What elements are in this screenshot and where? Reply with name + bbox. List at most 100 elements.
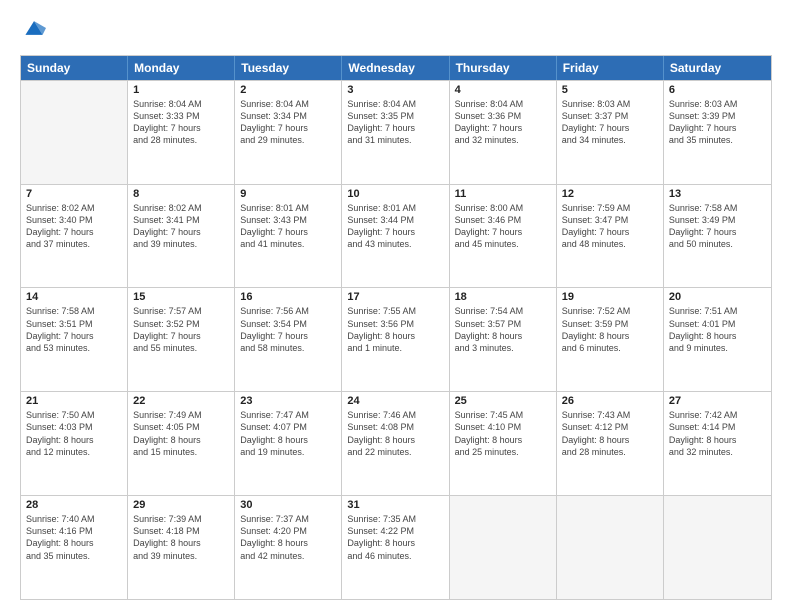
cell-info: Sunrise: 7:47 AMSunset: 4:07 PMDaylight:… bbox=[240, 409, 336, 458]
calendar-row-3: 14 Sunrise: 7:58 AMSunset: 3:51 PMDayligh… bbox=[21, 287, 771, 391]
cal-cell-day-17: 17 Sunrise: 7:55 AMSunset: 3:56 PMDayligh… bbox=[342, 288, 449, 391]
cal-cell-day-7: 7 Sunrise: 8:02 AMSunset: 3:40 PMDaylight… bbox=[21, 185, 128, 288]
cell-info: Sunrise: 8:04 AMSunset: 3:33 PMDaylight:… bbox=[133, 98, 229, 147]
cal-cell-day-26: 26 Sunrise: 7:43 AMSunset: 4:12 PMDayligh… bbox=[557, 392, 664, 495]
cell-info: Sunrise: 7:52 AMSunset: 3:59 PMDaylight:… bbox=[562, 305, 658, 354]
cell-info: Sunrise: 7:49 AMSunset: 4:05 PMDaylight:… bbox=[133, 409, 229, 458]
day-number: 21 bbox=[26, 395, 122, 407]
cal-cell-day-12: 12 Sunrise: 7:59 AMSunset: 3:47 PMDayligh… bbox=[557, 185, 664, 288]
cal-cell-day-11: 11Sunrise: 8:00 AMSunset: 3:46 PMDayligh… bbox=[450, 185, 557, 288]
cal-cell-day-18: 18 Sunrise: 7:54 AMSunset: 3:57 PMDayligh… bbox=[450, 288, 557, 391]
cal-cell-day-10: 10 Sunrise: 8:01 AMSunset: 3:44 PMDayligh… bbox=[342, 185, 449, 288]
calendar: SundayMondayTuesdayWednesdayThursdayFrid… bbox=[20, 55, 772, 600]
day-number: 22 bbox=[133, 395, 229, 407]
cell-info: Sunrise: 7:42 AMSunset: 4:14 PMDaylight:… bbox=[669, 409, 766, 458]
cal-cell-day-20: 20 Sunrise: 7:51 AMSunset: 4:01 PMDayligh… bbox=[664, 288, 771, 391]
cal-cell-day-29: 29Sunrise: 7:39 AMSunset: 4:18 PMDayligh… bbox=[128, 496, 235, 599]
day-number: 2 bbox=[240, 84, 336, 96]
day-number: 9 bbox=[240, 188, 336, 200]
day-number: 1 bbox=[133, 84, 229, 96]
calendar-row-4: 21 Sunrise: 7:50 AMSunset: 4:03 PMDayligh… bbox=[21, 391, 771, 495]
cell-info: Sunrise: 8:03 AMSunset: 3:39 PMDaylight:… bbox=[669, 98, 766, 147]
cal-cell-day-30: 30Sunrise: 7:37 AMSunset: 4:20 PMDayligh… bbox=[235, 496, 342, 599]
cal-cell-empty bbox=[557, 496, 664, 599]
weekday-header-sunday: Sunday bbox=[21, 56, 128, 80]
day-number: 10 bbox=[347, 188, 443, 200]
day-number: 18 bbox=[455, 291, 551, 303]
cell-info: Sunrise: 7:58 AMSunset: 3:49 PMDaylight:… bbox=[669, 202, 766, 251]
cell-info: Sunrise: 7:56 AMSunset: 3:54 PMDaylight:… bbox=[240, 305, 336, 354]
day-number: 4 bbox=[455, 84, 551, 96]
cell-info: Sunrise: 7:40 AMSunset: 4:16 PMDaylight:… bbox=[26, 513, 122, 562]
cell-info: Sunrise: 8:04 AMSunset: 3:35 PMDaylight:… bbox=[347, 98, 443, 147]
day-number: 17 bbox=[347, 291, 443, 303]
cell-info: Sunrise: 7:51 AMSunset: 4:01 PMDaylight:… bbox=[669, 305, 766, 354]
cal-cell-day-19: 19Sunrise: 7:52 AMSunset: 3:59 PMDayligh… bbox=[557, 288, 664, 391]
cal-cell-day-3: 3 Sunrise: 8:04 AMSunset: 3:35 PMDaylight… bbox=[342, 81, 449, 184]
day-number: 16 bbox=[240, 291, 336, 303]
page: SundayMondayTuesdayWednesdayThursdayFrid… bbox=[0, 0, 792, 612]
cell-info: Sunrise: 8:01 AMSunset: 3:44 PMDaylight:… bbox=[347, 202, 443, 251]
calendar-row-5: 28 Sunrise: 7:40 AMSunset: 4:16 PMDayligh… bbox=[21, 495, 771, 599]
weekday-header-friday: Friday bbox=[557, 56, 664, 80]
logo-icon bbox=[22, 16, 46, 40]
day-number: 25 bbox=[455, 395, 551, 407]
day-number: 12 bbox=[562, 188, 658, 200]
day-number: 8 bbox=[133, 188, 229, 200]
day-number: 27 bbox=[669, 395, 766, 407]
logo bbox=[20, 18, 46, 45]
cal-cell-day-23: 23 Sunrise: 7:47 AMSunset: 4:07 PMDayligh… bbox=[235, 392, 342, 495]
cal-cell-day-9: 9 Sunrise: 8:01 AMSunset: 3:43 PMDaylight… bbox=[235, 185, 342, 288]
cal-cell-day-25: 25 Sunrise: 7:45 AMSunset: 4:10 PMDayligh… bbox=[450, 392, 557, 495]
cal-cell-day-22: 22 Sunrise: 7:49 AMSunset: 4:05 PMDayligh… bbox=[128, 392, 235, 495]
cell-info: Sunrise: 7:58 AMSunset: 3:51 PMDaylight:… bbox=[26, 305, 122, 354]
cell-info: Sunrise: 7:39 AMSunset: 4:18 PMDaylight:… bbox=[133, 513, 229, 562]
cal-cell-day-4: 4 Sunrise: 8:04 AMSunset: 3:36 PMDaylight… bbox=[450, 81, 557, 184]
cell-info: Sunrise: 7:43 AMSunset: 4:12 PMDaylight:… bbox=[562, 409, 658, 458]
day-number: 30 bbox=[240, 499, 336, 511]
cell-info: Sunrise: 8:03 AMSunset: 3:37 PMDaylight:… bbox=[562, 98, 658, 147]
cal-cell-day-14: 14 Sunrise: 7:58 AMSunset: 3:51 PMDayligh… bbox=[21, 288, 128, 391]
day-number: 14 bbox=[26, 291, 122, 303]
cell-info: Sunrise: 8:04 AMSunset: 3:34 PMDaylight:… bbox=[240, 98, 336, 147]
calendar-row-2: 7 Sunrise: 8:02 AMSunset: 3:40 PMDaylight… bbox=[21, 184, 771, 288]
cal-cell-day-31: 31Sunrise: 7:35 AMSunset: 4:22 PMDayligh… bbox=[342, 496, 449, 599]
cell-info: Sunrise: 8:01 AMSunset: 3:43 PMDaylight:… bbox=[240, 202, 336, 251]
cal-cell-day-27: 27 Sunrise: 7:42 AMSunset: 4:14 PMDayligh… bbox=[664, 392, 771, 495]
cal-cell-empty bbox=[664, 496, 771, 599]
day-number: 20 bbox=[669, 291, 766, 303]
cell-info: Sunrise: 7:50 AMSunset: 4:03 PMDaylight:… bbox=[26, 409, 122, 458]
day-number: 6 bbox=[669, 84, 766, 96]
cal-cell-day-13: 13Sunrise: 7:58 AMSunset: 3:49 PMDayligh… bbox=[664, 185, 771, 288]
weekday-header-wednesday: Wednesday bbox=[342, 56, 449, 80]
day-number: 24 bbox=[347, 395, 443, 407]
cal-cell-empty bbox=[21, 81, 128, 184]
cal-cell-day-6: 6 Sunrise: 8:03 AMSunset: 3:39 PMDaylight… bbox=[664, 81, 771, 184]
cal-cell-day-15: 15 Sunrise: 7:57 AMSunset: 3:52 PMDayligh… bbox=[128, 288, 235, 391]
cell-info: Sunrise: 7:57 AMSunset: 3:52 PMDaylight:… bbox=[133, 305, 229, 354]
day-number: 5 bbox=[562, 84, 658, 96]
cell-info: Sunrise: 7:59 AMSunset: 3:47 PMDaylight:… bbox=[562, 202, 658, 251]
cal-cell-day-8: 8 Sunrise: 8:02 AMSunset: 3:41 PMDaylight… bbox=[128, 185, 235, 288]
calendar-body: 1 Sunrise: 8:04 AMSunset: 3:33 PMDaylight… bbox=[21, 80, 771, 599]
day-number: 3 bbox=[347, 84, 443, 96]
weekday-header-thursday: Thursday bbox=[450, 56, 557, 80]
cell-info: Sunrise: 8:04 AMSunset: 3:36 PMDaylight:… bbox=[455, 98, 551, 147]
weekday-header-monday: Monday bbox=[128, 56, 235, 80]
cell-info: Sunrise: 7:46 AMSunset: 4:08 PMDaylight:… bbox=[347, 409, 443, 458]
cell-info: Sunrise: 7:35 AMSunset: 4:22 PMDaylight:… bbox=[347, 513, 443, 562]
day-number: 28 bbox=[26, 499, 122, 511]
day-number: 26 bbox=[562, 395, 658, 407]
logo-text bbox=[20, 18, 46, 45]
cell-info: Sunrise: 8:02 AMSunset: 3:41 PMDaylight:… bbox=[133, 202, 229, 251]
cell-info: Sunrise: 7:54 AMSunset: 3:57 PMDaylight:… bbox=[455, 305, 551, 354]
cal-cell-day-28: 28 Sunrise: 7:40 AMSunset: 4:16 PMDayligh… bbox=[21, 496, 128, 599]
day-number: 15 bbox=[133, 291, 229, 303]
day-number: 7 bbox=[26, 188, 122, 200]
cell-info: Sunrise: 7:45 AMSunset: 4:10 PMDaylight:… bbox=[455, 409, 551, 458]
day-number: 23 bbox=[240, 395, 336, 407]
cal-cell-day-5: 5 Sunrise: 8:03 AMSunset: 3:37 PMDaylight… bbox=[557, 81, 664, 184]
calendar-row-1: 1 Sunrise: 8:04 AMSunset: 3:33 PMDaylight… bbox=[21, 80, 771, 184]
cell-info: Sunrise: 8:02 AMSunset: 3:40 PMDaylight:… bbox=[26, 202, 122, 251]
cell-info: Sunrise: 7:55 AMSunset: 3:56 PMDaylight:… bbox=[347, 305, 443, 354]
